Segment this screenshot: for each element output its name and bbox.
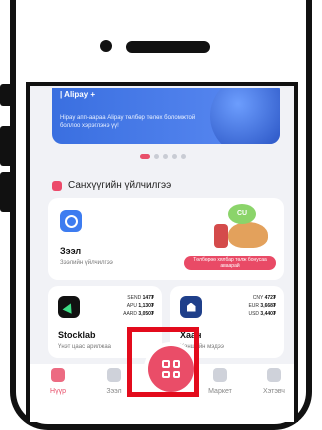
carousel-dot[interactable] [181,154,186,159]
loan-tab-icon [107,368,121,382]
carousel-dot[interactable] [140,154,150,159]
stock-rates: SEND 147₮ APU 1,130₮ AARD 3,050₮ [123,294,154,318]
food-image [228,222,268,248]
stocklab-icon [58,296,80,318]
section-title: Санхүүгийн үйлчилгээ [52,180,171,191]
loan-icon [60,210,82,232]
carousel-dot[interactable] [163,154,168,159]
carousel-indicator [140,154,186,159]
banner-text: Hipay апп-аараа Alipay төлбөр төлөх боло… [60,115,196,129]
loan-card[interactable]: Зээл Зээлийн үйлчилгээ CU Төлбөрөө хялба… [48,198,284,280]
rate-row: APU 1,130₮ [126,303,154,309]
carousel-dot[interactable] [154,154,159,159]
stocklab-subtitle: Үнэт цаас арилжаа [58,344,111,350]
phone-side-button [0,126,10,166]
promo-banner[interactable]: | Alipay + Hipay апп-аараа Alipay төлбөр… [52,88,280,144]
rate-row: USD 3,440₮ [248,311,276,317]
phone-side-button [0,84,10,106]
tab-label: Нүүр [50,388,66,395]
bank-icon [180,296,202,318]
tab-label: Хэтэвч [263,388,285,395]
rate-row: EUR 3,668₮ [248,303,276,309]
tab-market[interactable]: Маркет [198,368,242,395]
loan-title: Зээл [60,246,82,256]
finance-icon [52,180,62,191]
tab-home[interactable]: Нүүр [36,368,80,395]
home-icon [51,368,65,382]
tab-wallet[interactable]: Хэтэвч [252,368,294,395]
drink-image [214,224,228,248]
rate-row: AARD 3,050₮ [123,311,154,317]
rate-row: SEND 147₮ [127,295,154,301]
promo-pill[interactable]: Төлбөрөө хялбар төлж бонусаа аваарай [184,256,276,270]
loan-subtitle: Зээлийн үйлчилгээ [60,260,113,266]
currency-rates: CNY 472₮ EUR 3,668₮ USD 3,440₮ [248,294,276,318]
stocklab-title: Stocklab [58,330,96,340]
carousel-dot[interactable] [172,154,177,159]
wallet-icon [267,368,281,382]
front-camera [100,40,112,52]
tab-label: Маркет [208,388,232,395]
rate-row: CNY 472₮ [252,295,276,301]
section-title-text: Санхүүгийн үйлчилгээ [68,180,172,191]
market-icon [213,368,227,382]
alipay-logo: | Alipay + [60,90,96,99]
phone-side-button [0,172,10,212]
globe-icon [210,88,280,144]
tab-label: Зээл [106,388,122,395]
phone-speaker [126,41,210,53]
cu-badge: CU [228,204,256,224]
highlight-box [127,327,199,397]
